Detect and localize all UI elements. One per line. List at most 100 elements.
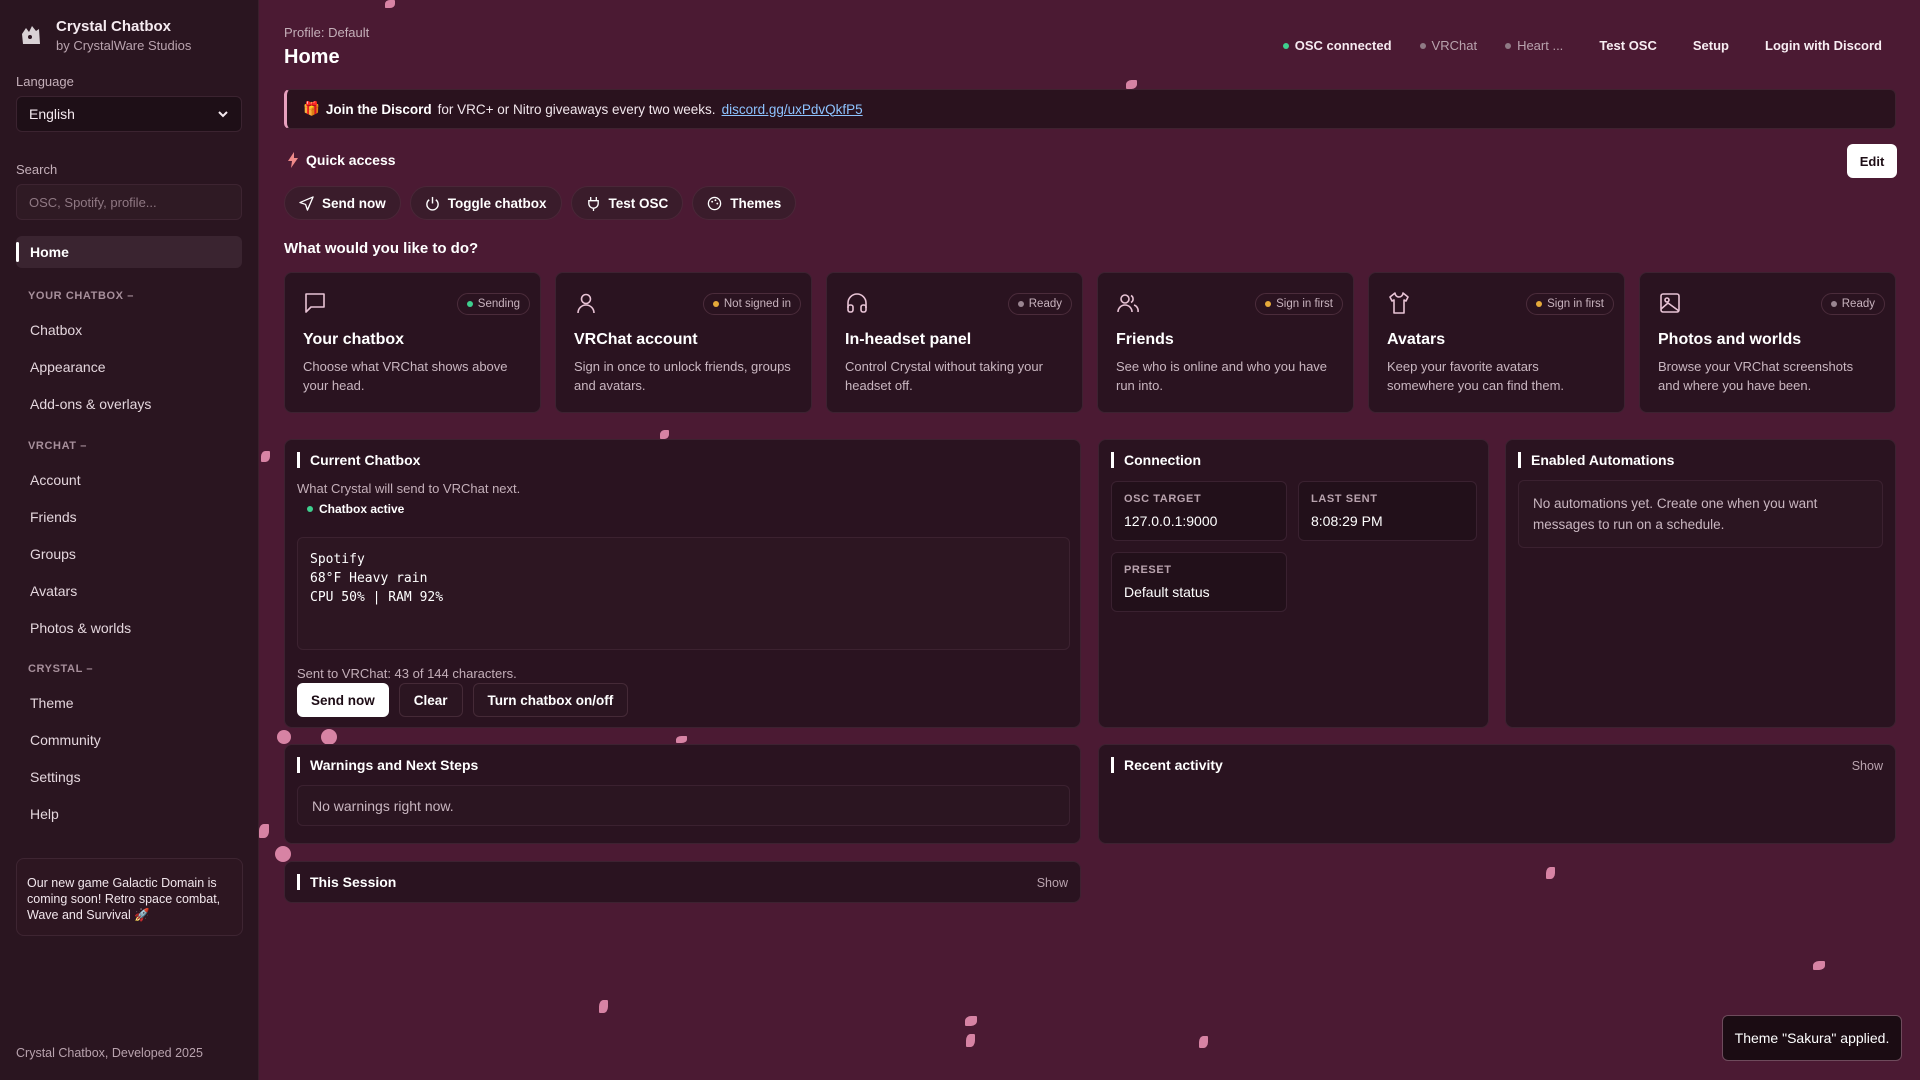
card-description: Browse your VRChat screenshots and where… <box>1658 359 1854 393</box>
sidebar-item-addons[interactable]: Add-ons & overlays <box>30 396 151 412</box>
chip-label: Themes <box>730 195 782 211</box>
card-title: Avatars <box>1387 331 1446 348</box>
petal-decoration <box>660 430 669 439</box>
edit-button[interactable]: Edit <box>1847 144 1897 178</box>
card-title: Photos and worlds <box>1658 331 1802 348</box>
language-label: Language <box>16 74 74 89</box>
status-dot <box>1282 42 1289 49</box>
section-your-chatbox[interactable]: YOUR CHATBOX – <box>28 290 134 302</box>
card-your-chatbox[interactable]: Sending Your chatbox Choose what VRChat … <box>284 272 541 413</box>
palette-icon <box>708 196 722 210</box>
sidebar-item-photos-worlds[interactable]: Photos & worlds <box>30 620 131 636</box>
plug-icon <box>587 196 599 211</box>
send-now-button[interactable]: Send now <box>297 683 389 717</box>
sidebar-item-home[interactable]: Home <box>16 236 242 268</box>
panel-title: Current Chatbox <box>297 452 420 468</box>
section-title: VRCHAT <box>28 440 77 452</box>
sidebar-item-settings[interactable]: Settings <box>30 769 81 785</box>
chip-send-now[interactable]: Send now <box>284 186 401 220</box>
card-avatars[interactable]: Sign in first Avatars Keep your favorite… <box>1368 272 1625 413</box>
setup-button[interactable]: Setup <box>1693 38 1729 53</box>
petal-decoration <box>275 846 291 862</box>
chip-toggle-chatbox[interactable]: Toggle chatbox <box>409 186 562 220</box>
chip-label: Send now <box>322 195 386 211</box>
brand-subtitle: by CrystalWare Studios <box>56 38 192 53</box>
sidebar-item-chatbox[interactable]: Chatbox <box>30 322 82 338</box>
status-dot <box>1419 42 1426 49</box>
panel-title: Connection <box>1111 452 1201 468</box>
section-title: CRYSTAL <box>28 663 83 675</box>
show-button[interactable]: Show <box>1037 876 1068 890</box>
sidebar-item-appearance[interactable]: Appearance <box>30 359 106 375</box>
chevron-down-icon <box>218 111 228 118</box>
panel-title: Enabled Automations <box>1518 452 1674 468</box>
banner-bold: Join the Discord <box>325 101 432 117</box>
panel-subtitle: What Crystal will send to VRChat next. <box>297 481 521 496</box>
session-panel: This Session Show <box>284 861 1081 903</box>
clear-button[interactable]: Clear <box>398 683 463 717</box>
gift-icon: 🎁 <box>303 101 320 116</box>
char-count: Sent to VRChat: 43 of 144 characters. <box>297 666 517 681</box>
petal-decoration <box>1813 961 1825 970</box>
petal-decoration <box>321 729 337 745</box>
petal-decoration <box>965 1016 977 1026</box>
discord-link[interactable]: discord.gg/uxPdvQkfP5 <box>722 102 863 117</box>
card-friends[interactable]: Sign in first Friends See who is online … <box>1097 272 1354 413</box>
section-heading: What would you like to do? <box>284 240 479 257</box>
status-label: Heart ... <box>1517 38 1564 53</box>
sidebar-item-theme[interactable]: Theme <box>30 695 74 711</box>
sidebar-item-avatars[interactable]: Avatars <box>30 583 77 599</box>
discord-banner: 🎁 Join the Discord for VRC+ or Nitro giv… <box>284 89 1896 129</box>
sidebar-item-friends[interactable]: Friends <box>30 509 77 525</box>
login-discord-button[interactable]: Login with Discord <box>1765 38 1882 53</box>
preview-line: Spotify <box>310 552 365 567</box>
language-value: English <box>29 106 75 122</box>
card-vrchat-account[interactable]: Not signed in VRChat account Sign in onc… <box>555 272 812 413</box>
show-button[interactable]: Show <box>1852 759 1883 773</box>
search-input[interactable] <box>16 184 242 220</box>
card-photos-worlds[interactable]: Ready Photos and worlds Browse your VRCh… <box>1639 272 1896 413</box>
sidebar: Crystal Chatbox by CrystalWare Studios L… <box>0 0 259 1080</box>
chatbox-actions: Send now Clear Turn chatbox on/off <box>297 683 629 717</box>
card-title: Your chatbox <box>303 331 405 348</box>
page-title: Home <box>284 46 340 68</box>
stat-label: OSC TARGET <box>1124 493 1202 505</box>
promo-card[interactable]: Our new game Galactic Domain is coming s… <box>16 858 243 936</box>
section-vrchat[interactable]: VRCHAT – <box>28 440 87 452</box>
chatbox-status: Chatbox active <box>307 502 404 516</box>
petal-decoration <box>259 824 269 838</box>
language-select[interactable]: English <box>16 96 242 132</box>
card-in-headset-panel[interactable]: Ready In-headset panel Control Crystal w… <box>826 272 1083 413</box>
sidebar-item-help[interactable]: Help <box>30 806 59 822</box>
chip-label: Toggle chatbox <box>447 195 547 211</box>
preview-line: CPU 50% | RAM 92% <box>310 590 444 605</box>
petal-decoration <box>676 736 687 743</box>
status-badge: Ready <box>1007 293 1072 315</box>
petal-decoration <box>599 1000 608 1013</box>
chip-themes[interactable]: Themes <box>692 186 797 220</box>
toggle-chatbox-button[interactable]: Turn chatbox on/off <box>472 683 629 717</box>
quick-access-chips: Send now Toggle chatbox Test OSC Themes <box>284 186 797 220</box>
sidebar-item-community[interactable]: Community <box>30 732 101 748</box>
card-description: Keep your favorite avatars somewhere you… <box>1387 359 1565 393</box>
card-title: Friends <box>1116 331 1174 348</box>
recent-activity-panel: Recent activity Show <box>1098 744 1896 844</box>
status-dot <box>307 506 313 512</box>
card-title: VRChat account <box>574 331 698 348</box>
panel-title: This Session <box>297 874 396 890</box>
petal-decoration <box>1546 867 1555 879</box>
footer-text: Crystal Chatbox, Developed 2025 <box>16 1046 203 1060</box>
status-label: VRChat <box>1431 38 1478 53</box>
card-description: See who is online and who you have run i… <box>1116 359 1328 393</box>
status-badge: Not signed in <box>702 293 801 315</box>
current-chatbox-panel: Current Chatbox What Crystal will send t… <box>284 439 1081 728</box>
status-heart: Heart ... <box>1505 38 1563 53</box>
test-osc-button[interactable]: Test OSC <box>1599 38 1657 53</box>
chip-test-osc[interactable]: Test OSC <box>570 186 684 220</box>
stat-value: 127.0.0.1:9000 <box>1124 513 1218 529</box>
power-icon <box>425 196 439 211</box>
status-badge: Sign in first <box>1526 293 1614 315</box>
sidebar-item-account[interactable]: Account <box>30 472 81 488</box>
section-crystal[interactable]: CRYSTAL – <box>28 663 93 675</box>
sidebar-item-groups[interactable]: Groups <box>30 546 76 562</box>
